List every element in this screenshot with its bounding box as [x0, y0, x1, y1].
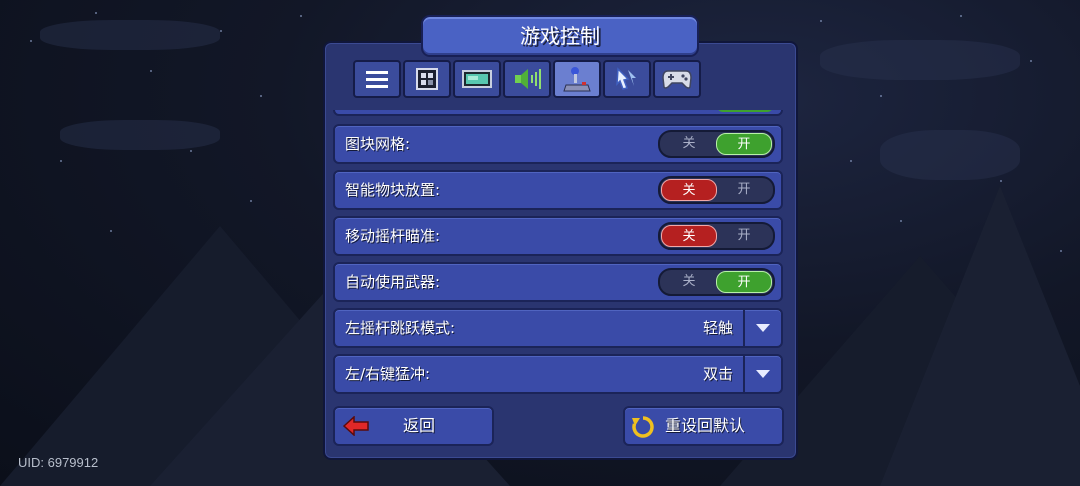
chevron-down-icon: [756, 324, 770, 332]
setting-row-auto-use-weapon[interactable]: 自动使用武器: 关 开: [333, 262, 783, 302]
toggle-on-option[interactable]: 开: [716, 179, 772, 201]
back-button[interactable]: 返回: [333, 406, 494, 446]
cloud: [60, 120, 220, 150]
panel-title: 游戏控制: [421, 15, 699, 57]
mountain-silhouette: [880, 186, 1080, 486]
setting-label: 左/右键猛冲:: [345, 365, 431, 383]
tab-gamepad[interactable]: [653, 60, 701, 98]
inventory-grid-icon: [416, 68, 438, 90]
cloud: [880, 130, 1020, 180]
toggle-switch[interactable]: 关 开: [658, 176, 775, 204]
setting-row-smart-block-placement[interactable]: 智能物块放置: 关 开: [333, 170, 783, 210]
back-label: 返回: [403, 416, 436, 435]
speaker-volume-icon: [515, 69, 541, 89]
previous-setting-row-partial: [333, 110, 783, 116]
toggle-on-option[interactable]: 开: [716, 225, 772, 247]
toggle-switch[interactable]: 关 开: [658, 268, 775, 296]
setting-label: 自动使用武器:: [345, 273, 441, 291]
toggle-off-option-selected[interactable]: 关: [661, 225, 717, 247]
toggle-on-option-selected[interactable]: 开: [716, 271, 772, 293]
cursor-hand-icon: [616, 67, 636, 90]
chevron-down-icon: [756, 370, 770, 378]
display-screen-icon: [462, 70, 492, 88]
tab-cursor[interactable]: [603, 60, 651, 98]
reset-arrow-icon: [632, 416, 654, 438]
settings-list[interactable]: 图块网格: 关 开 智能物块放置: 关 开 移动摇杆瞄准: 关 开 自动使用武器…: [333, 110, 785, 395]
joystick-icon: [563, 67, 591, 92]
toggle-off-option-selected[interactable]: 关: [661, 179, 717, 201]
cloud: [40, 20, 220, 50]
back-arrow-icon: [343, 416, 369, 436]
toggle-switch[interactable]: 关 开: [658, 222, 775, 250]
tab-game-controls[interactable]: [553, 60, 601, 98]
dropdown-value[interactable]: 轻触: [703, 310, 733, 346]
dropdown-arrow-button[interactable]: [743, 310, 781, 346]
setting-label: 智能物块放置:: [345, 181, 441, 199]
dropdown-arrow-button[interactable]: [743, 356, 781, 392]
cloud: [820, 40, 1020, 80]
setting-label: 左摇杆跳跃模式:: [345, 319, 456, 337]
tab-video[interactable]: [453, 60, 501, 98]
setting-label: 移动摇杆瞄准:: [345, 227, 441, 245]
menu-lines-icon: [366, 71, 388, 88]
setting-row-dash-key[interactable]: 左/右键猛冲: 双击: [333, 354, 783, 394]
tab-general[interactable]: [353, 60, 401, 98]
setting-row-joystick-aim[interactable]: 移动摇杆瞄准: 关 开: [333, 216, 783, 256]
reset-defaults-button[interactable]: 重设回默认: [623, 406, 784, 446]
toggle-off-option[interactable]: 关: [661, 271, 717, 293]
tab-audio[interactable]: [503, 60, 551, 98]
toggle-switch[interactable]: 关 开: [658, 130, 775, 158]
gamepad-icon: [662, 70, 692, 89]
tab-interface[interactable]: [403, 60, 451, 98]
reset-label: 重设回默认: [665, 416, 746, 435]
settings-tabbar: [353, 60, 713, 100]
toggle-on-option-selected[interactable]: 开: [716, 133, 772, 155]
setting-row-tile-grid[interactable]: 图块网格: 关 开: [333, 124, 783, 164]
setting-row-left-stick-jump-mode[interactable]: 左摇杆跳跃模式: 轻触: [333, 308, 783, 348]
uid-label: UID: 6979912: [18, 455, 99, 470]
dropdown-value[interactable]: 双击: [703, 356, 733, 392]
setting-label: 图块网格:: [345, 135, 411, 153]
toggle-off-option[interactable]: 关: [661, 133, 717, 155]
